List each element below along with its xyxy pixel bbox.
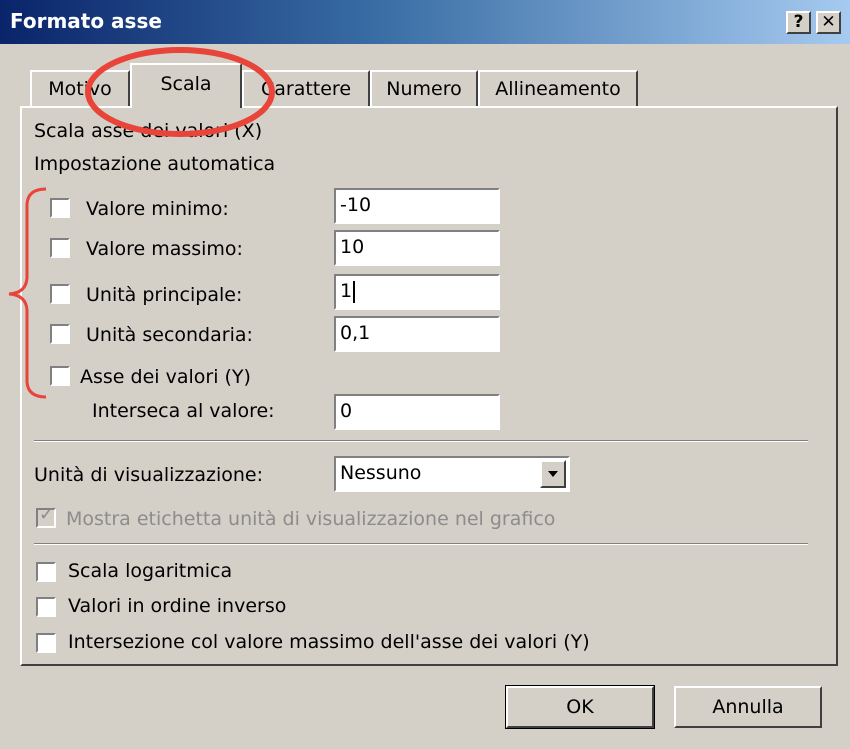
help-button[interactable]: ? <box>786 11 811 34</box>
auto-minor-unit-checkbox[interactable] <box>50 324 70 344</box>
tab-scala[interactable]: Scala <box>130 63 242 108</box>
auto-crosses-checkbox[interactable] <box>50 366 70 386</box>
window-title: Formato asse <box>10 9 162 33</box>
display-units-value: Nessuno <box>340 462 422 484</box>
axis-scale-heading: Scala asse dei valori (X) <box>34 120 263 142</box>
intersect-value-input[interactable]: 0 <box>334 394 500 430</box>
major-unit-label: Unità principale: <box>86 284 243 306</box>
reverse-order-checkbox[interactable] <box>36 597 56 617</box>
min-value-input[interactable]: -10 <box>334 188 500 224</box>
checkmark-icon: ✓ <box>39 504 55 525</box>
minor-unit-label: Unità secondaria: <box>86 324 253 346</box>
auto-major-unit-checkbox[interactable] <box>50 284 70 304</box>
tab-motivo[interactable]: Motivo <box>30 70 130 106</box>
max-value-input[interactable]: 10 <box>334 230 500 266</box>
display-units-dropdown[interactable]: Nessuno <box>334 456 570 492</box>
show-units-label-checkbox[interactable]: ✓ <box>36 504 56 528</box>
major-unit-input[interactable]: 1 <box>334 274 500 310</box>
close-button[interactable]: ✕ <box>816 11 841 34</box>
separator <box>34 543 808 545</box>
major-unit-value: 1 <box>340 280 353 302</box>
log-scale-label: Scala logaritmica <box>68 560 233 582</box>
value-axis-label: Asse dei valori (Y) <box>80 366 251 388</box>
reverse-order-label: Valori in ordine inverso <box>68 595 287 617</box>
minor-unit-input[interactable]: 0,1 <box>334 316 500 352</box>
tab-carattere[interactable]: Carattere <box>242 70 370 106</box>
tab-numero[interactable]: Numero <box>370 70 478 106</box>
crosses-at-max-label: Intersezione col valore massimo dell'ass… <box>68 631 590 653</box>
min-value-label: Valore minimo: <box>86 198 229 220</box>
cancel-button[interactable]: Annulla <box>674 686 822 728</box>
display-units-label: Unità di visualizzazione: <box>34 464 264 486</box>
tab-allineamento[interactable]: Allineamento <box>478 70 638 106</box>
auto-settings-heading: Impostazione automatica <box>34 153 276 175</box>
auto-min-checkbox[interactable] <box>50 198 70 218</box>
dropdown-button[interactable] <box>540 460 566 488</box>
show-units-label-text: Mostra etichetta unità di visualizzazion… <box>66 508 556 530</box>
separator <box>34 440 808 442</box>
log-scale-checkbox[interactable] <box>36 562 56 582</box>
auto-max-checkbox[interactable] <box>50 238 70 258</box>
crosses-at-max-checkbox[interactable] <box>36 633 56 653</box>
close-icon: ✕ <box>821 12 836 32</box>
text-caret <box>353 280 356 303</box>
ok-button[interactable]: OK <box>505 685 655 729</box>
max-value-label: Valore massimo: <box>86 238 243 260</box>
chevron-down-icon <box>548 471 558 477</box>
intersect-label: Interseca al valore: <box>92 400 275 422</box>
